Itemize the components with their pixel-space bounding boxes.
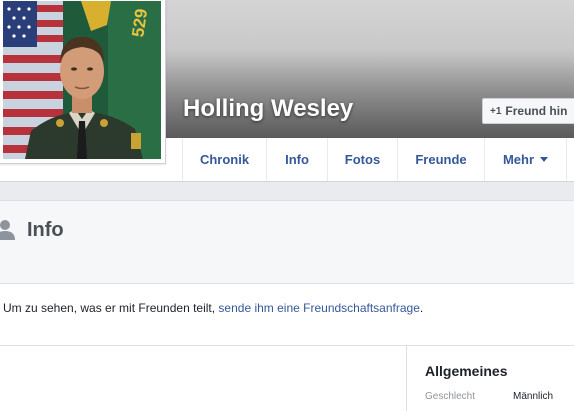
tab-label: Mehr	[502, 152, 535, 167]
gender-label: Geschlecht	[425, 391, 476, 402]
chevron-down-icon	[540, 157, 549, 162]
add-friend-button[interactable]: +1 Freund hin	[482, 98, 574, 124]
svg-text:529: 529	[128, 8, 151, 39]
send-friend-request-link[interactable]: sende ihm eine Freundschaftsanfrage	[218, 301, 419, 315]
add-friend-icon: +1	[490, 105, 502, 117]
tab-label: Info	[285, 152, 309, 167]
flag-badge-text: 529	[128, 8, 151, 39]
profile-picture[interactable]: 529	[0, 0, 166, 164]
add-friend-label: Freund hin	[505, 104, 568, 118]
notice-end: .	[419, 301, 424, 315]
column-divider	[406, 346, 407, 411]
gender-value: Männlich	[513, 391, 554, 402]
notice-body: Um zu sehen, was er mit Freunden teilt,	[3, 301, 219, 315]
tab-label: Fotos	[344, 152, 381, 167]
info-title: Info	[27, 219, 64, 241]
profile-name[interactable]: Holling Wesley	[183, 95, 353, 123]
tab-chronik[interactable]: Chronik	[182, 138, 266, 181]
tab-label: Chronik	[199, 152, 250, 167]
about-content: Allgemeines Geschlecht Männlich	[0, 346, 574, 411]
notice-text: Um zu sehen, was er mit Freunden teilt, …	[3, 301, 423, 315]
tab-freunde[interactable]: Freunde	[397, 138, 484, 181]
profile-tabs: Chronik Info Fotos Freunde Mehr	[182, 138, 567, 181]
profile-page: Holling Wesley +1 Freund hin Chronik Inf…	[0, 0, 574, 411]
general-section-title: Allgemeines	[425, 363, 508, 379]
friendship-notice: Um zu sehen, was er mit Freunden teilt, …	[0, 284, 574, 346]
section-gap	[0, 182, 574, 200]
profile-photo-image: 529	[3, 1, 161, 159]
tab-mehr[interactable]: Mehr	[484, 138, 567, 181]
tab-fotos[interactable]: Fotos	[327, 138, 397, 181]
info-section-header: Info	[0, 200, 574, 284]
person-icon	[0, 220, 15, 240]
tab-label: Freunde	[415, 152, 467, 167]
tab-info[interactable]: Info	[266, 138, 327, 181]
